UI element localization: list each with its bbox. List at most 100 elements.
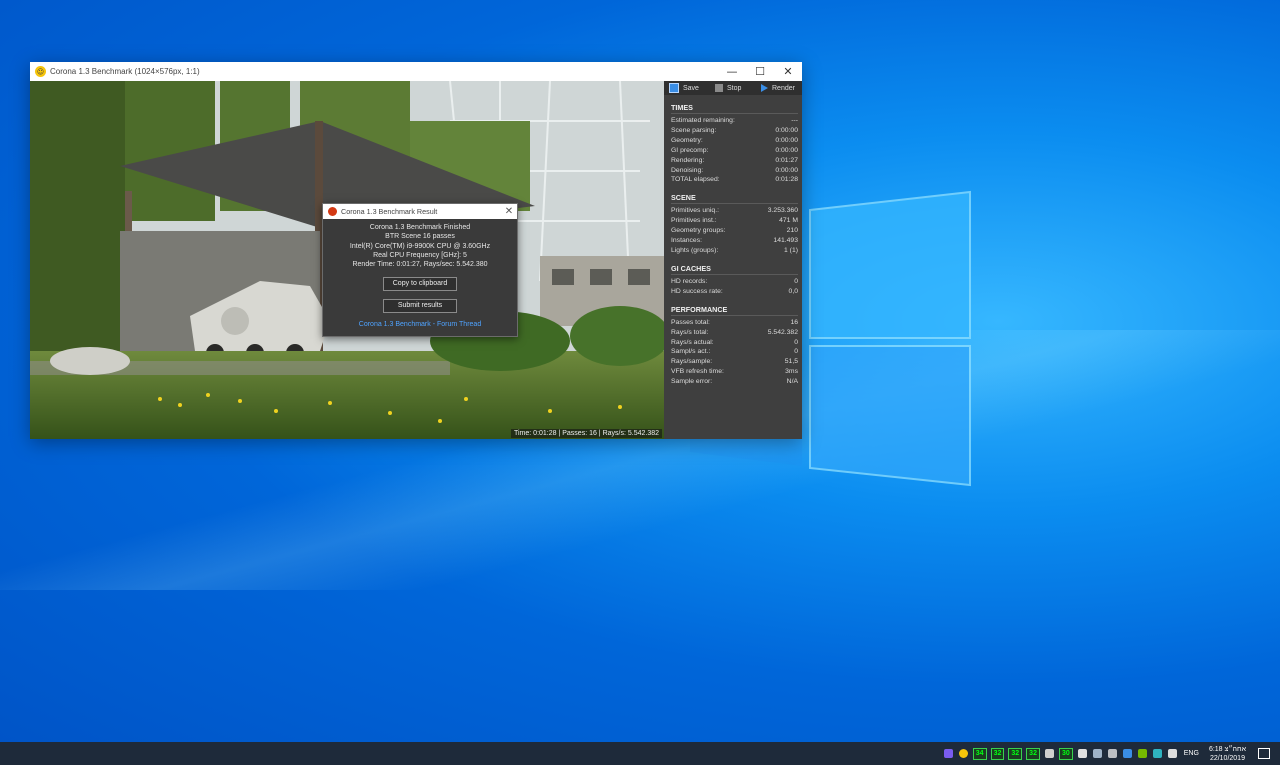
stat-label: Geometry groups: [671, 227, 726, 235]
stat-value: --- [791, 117, 798, 124]
temp-tray-icon[interactable]: 30 [1058, 747, 1073, 760]
stat-label: Rays/s total: [671, 328, 709, 336]
app-tray-icon[interactable] [943, 749, 953, 758]
stat-value: 3.253.360 [767, 207, 798, 215]
stat-row: HD records: 0 [671, 277, 798, 287]
stats-rows: HD records: 0 HD success rate: 0,0 [671, 277, 798, 297]
stat-label: Lights (groups): [671, 246, 719, 254]
stat-label: HD records: [671, 277, 708, 285]
scene-section: SCENE Primitives uniq.: 3.253.360 Primitiv… [664, 193, 802, 256]
temp-tray-icon[interactable]: 34 [972, 747, 987, 760]
stat-label: Primitives uniq.: [671, 207, 719, 215]
stat-value: 3ms [785, 368, 798, 376]
stat-row: Sampl/s act.: 0 [671, 347, 798, 357]
stat-row: Denoising: 0:00:00 [671, 166, 798, 176]
stat-label: Rendering: [671, 156, 705, 164]
network-adapter-tray-icon[interactable] [1092, 749, 1102, 758]
system-tray: 34 32 32 32 30 ENG 6:18 ‫אחה״צ‬ 22/10/20… [941, 742, 1280, 765]
stat-value: 210 [786, 227, 798, 235]
save-button[interactable]: Save [664, 83, 710, 93]
gi-caches-section: GI CACHES HD records: 0 HD success rate: 0,… [664, 264, 802, 297]
stat-value: 0:00:00 [775, 136, 798, 144]
stat-row: VFB refresh time: 3ms [671, 367, 798, 377]
stop-label: Stop [727, 84, 742, 92]
close-button[interactable]: ✕ [774, 62, 802, 81]
render-button[interactable]: Render [756, 84, 802, 92]
dialog-titlebar[interactable]: Corona 1.3 Benchmark Result ✕ [323, 204, 517, 219]
stat-label: GI precomp: [671, 146, 709, 154]
stat-row: Lights (groups): 1 (1) [671, 246, 798, 256]
forum-thread-link[interactable]: Corona 1.3 Benchmark - Forum Thread [323, 320, 517, 329]
maximize-button[interactable]: ☐ [746, 62, 774, 81]
corona-benchmark-window: ☺ Corona 1.3 Benchmark (1024×576px, 1:1)… [30, 62, 802, 439]
stat-row: HD success rate: 0,0 [671, 287, 798, 297]
stat-label: Passes total: [671, 318, 710, 326]
volume-icon[interactable] [1167, 749, 1177, 758]
stats-rows: Passes total: 16 Rays/s total: 5.542.382 Ray… [671, 318, 798, 387]
times-section: TIMES Estimated remaining: --- Scene parsi… [664, 103, 802, 185]
stats-rows: Estimated remaining: --- Scene parsing: 0:0… [671, 116, 798, 185]
temp-tray-icon[interactable]: 32 [1026, 747, 1040, 760]
stat-row: TOTAL elapsed: 0:01:28 [671, 175, 798, 185]
stat-value: 471 M [779, 217, 798, 225]
stat-label: Estimated remaining: [671, 117, 735, 124]
stat-value: 0:00:00 [775, 146, 798, 154]
window-titlebar[interactable]: ☺ Corona 1.3 Benchmark (1024×576px, 1:1)… [30, 62, 802, 81]
result-line-status: Corona 1.3 Benchmark Finished [369, 224, 471, 231]
settings-tray-icon[interactable] [1077, 749, 1087, 758]
stat-row: Primitives uniq.: 3.253.360 [671, 206, 798, 216]
tool-tray-icon[interactable] [1044, 749, 1054, 758]
dialog-close-button[interactable]: ✕ [501, 206, 517, 217]
performance-section: PERFORMANCE Passes total: 16 Rays/s total:… [664, 305, 802, 387]
temp-tray-icon[interactable]: 32 [1008, 747, 1023, 760]
stat-label: HD success rate: [671, 287, 723, 295]
stat-value: 141.493 [773, 237, 798, 245]
corona-logo-icon [328, 207, 337, 216]
stat-row: Sample error: N/A [671, 377, 798, 387]
language-indicator[interactable]: ENG [1184, 750, 1199, 757]
result-line-scene: BTR Scene 16 passes [385, 233, 455, 241]
result-line-render-time: Render Time: 0:01:27, Rays/sec: 5.542.38… [352, 261, 488, 269]
copy-to-clipboard-button[interactable]: Copy to clipboard [383, 277, 457, 292]
smiley-app-icon: ☺ [35, 66, 46, 77]
nvidia-icon[interactable] [1137, 749, 1147, 758]
stat-value: 0:01:28 [775, 176, 798, 184]
stat-row: Rays/s total: 5.542.382 [671, 328, 798, 338]
smiley-tray-icon[interactable] [958, 749, 968, 758]
result-line-frequency: Real CPU Frequency [GHz]: 5 [373, 251, 467, 259]
stat-row: Geometry: 0:00:00 [671, 136, 798, 146]
stat-value: 0,0 [788, 287, 798, 295]
result-line-cpu: Intel(R) Core(TM) i9-9900K CPU @ 3.60GHz [349, 242, 491, 250]
stat-row: Rays/s actual: 0 [671, 338, 798, 348]
save-label: Save [683, 84, 699, 92]
window-content: Time: 0:01:28 | Passes: 16 | Rays/s: 5.5… [30, 81, 802, 439]
stat-value: 0:00:00 [775, 166, 798, 174]
clock[interactable]: 6:18 ‫אחה״צ‬ 22/10/2019 [1209, 745, 1246, 763]
wifi-icon[interactable] [1107, 749, 1117, 758]
stat-row: GI precomp: 0:00:00 [671, 146, 798, 156]
stats-panel: Save Stop Render TIMES Estimated remaini… [664, 81, 802, 439]
stat-row: Primitives inst.: 471 M [671, 216, 798, 226]
stat-value: 0:00:00 [775, 126, 798, 134]
stop-button[interactable]: Stop [710, 84, 756, 92]
stat-row: Scene parsing: 0:00:00 [671, 126, 798, 136]
viewport-status-strip: Time: 0:01:28 | Passes: 16 | Rays/s: 5.5… [510, 429, 662, 438]
stop-icon [715, 84, 723, 92]
stat-label: Rays/s actual: [671, 338, 714, 346]
stat-value: 5.542.382 [767, 328, 798, 336]
notification-center-icon[interactable] [1258, 748, 1270, 759]
dialog-body: Corona 1.3 Benchmark Finished BTR Scene … [323, 219, 517, 330]
minimize-button[interactable]: — [718, 62, 746, 81]
stat-label: Instances: [671, 237, 702, 245]
temp-tray-icon[interactable]: 32 [990, 747, 1005, 760]
play-icon [761, 84, 768, 92]
bluetooth-icon[interactable] [1122, 749, 1132, 758]
stat-value: 0:01:27 [775, 156, 798, 164]
sync-icon[interactable] [1152, 749, 1162, 758]
stat-label: VFB refresh time: [671, 368, 724, 376]
submit-results-button[interactable]: Submit results [383, 299, 457, 314]
stat-row: Instances: 141.493 [671, 236, 798, 246]
stat-value: 16 [790, 318, 798, 326]
stat-label: TOTAL elapsed: [671, 176, 720, 184]
stat-row: Rays/sample: 51,5 [671, 357, 798, 367]
